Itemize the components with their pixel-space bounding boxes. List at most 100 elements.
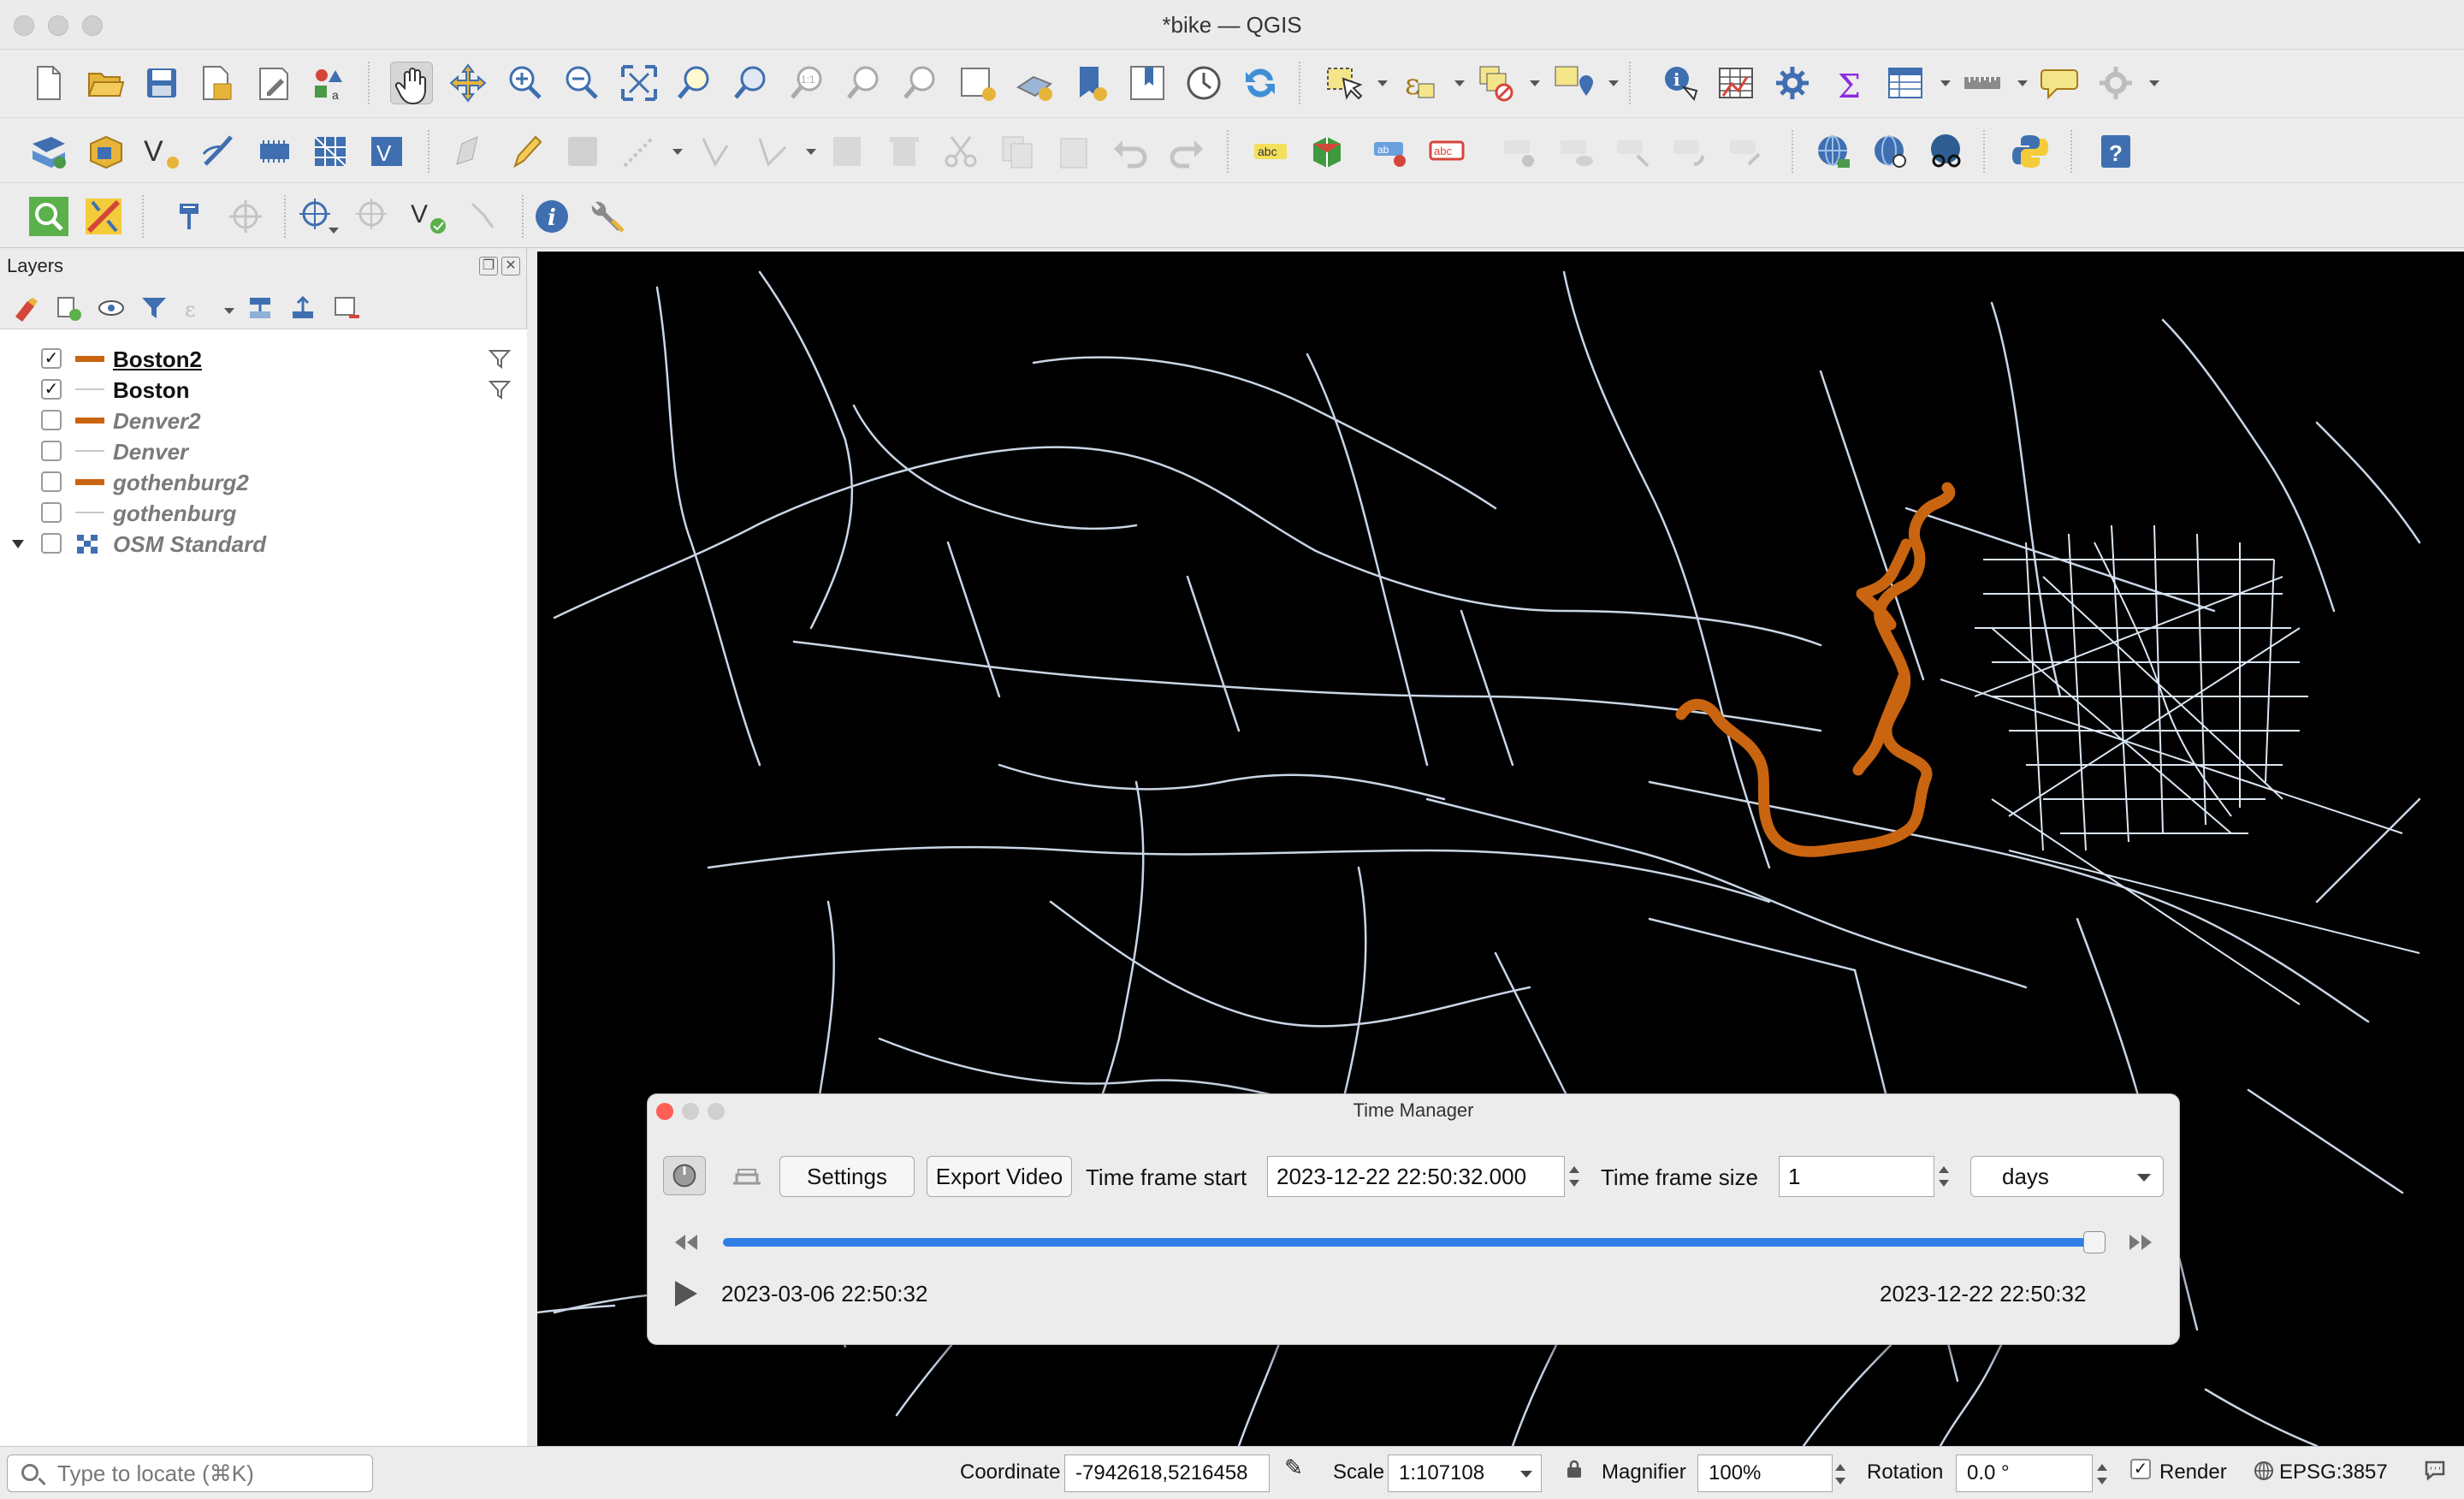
current-edits-icon[interactable] [448, 130, 491, 173]
play-icon[interactable] [675, 1281, 697, 1306]
rewind-icon[interactable] [673, 1231, 699, 1253]
trace-icon[interactable] [464, 195, 506, 238]
plugin-settings-icon[interactable] [2094, 62, 2137, 104]
export-video-button[interactable]: Export Video [927, 1156, 1072, 1197]
new-mesh-layer-icon[interactable] [310, 130, 352, 173]
pan-map-icon[interactable] [390, 62, 433, 105]
manage-visibility-icon[interactable] [96, 293, 127, 323]
zoom-to-selection-icon[interactable] [674, 62, 717, 104]
layer-visibility-checkbox[interactable]: ✓ [41, 348, 62, 369]
layer-visibility-checkbox[interactable] [41, 441, 62, 461]
advanced-digitizing-icon[interactable] [224, 195, 267, 238]
render-checkbox[interactable]: ✓ [2130, 1459, 2151, 1479]
copy-features-icon[interactable] [996, 130, 1039, 173]
digitize-line-icon[interactable] [618, 130, 660, 173]
snapping-icon[interactable] [168, 195, 210, 238]
remove-layer-icon[interactable] [330, 293, 361, 323]
filter-icon[interactable] [488, 348, 512, 370]
new-geopackage-icon[interactable] [84, 130, 127, 173]
layer-visibility-checkbox[interactable] [41, 410, 62, 430]
measure-line-icon[interactable] [1961, 62, 2004, 104]
toggle-editing-icon[interactable] [505, 130, 548, 173]
time-slider[interactable] [723, 1238, 2106, 1247]
print-layout-icon[interactable] [252, 62, 294, 104]
zoom-native-icon[interactable]: 1:1 [787, 62, 830, 104]
new-virtual-layer-icon[interactable]: V [366, 130, 409, 173]
locator-search-input[interactable]: Type to locate (⌘K) [7, 1455, 373, 1492]
magnifier-stepper[interactable] [1831, 1454, 1850, 1495]
deselect-features-icon[interactable] [1475, 62, 1518, 104]
new-memory-layer-icon[interactable] [253, 130, 296, 173]
zoom-out-icon[interactable] [560, 62, 602, 104]
filter-icon[interactable] [488, 379, 512, 401]
layer-row-gothenburg2[interactable]: gothenburg2 [0, 466, 527, 497]
processing-toolbox-icon[interactable] [587, 195, 630, 238]
zoom-in-icon[interactable] [503, 62, 546, 104]
undo-icon[interactable] [1109, 130, 1152, 173]
fast-forward-icon[interactable] [2128, 1231, 2153, 1253]
statistical-summary-icon[interactable]: Σ [1827, 62, 1870, 104]
layer-row-denver[interactable]: Denver [0, 435, 527, 466]
python-console-icon[interactable] [2009, 130, 2052, 173]
rotation-stepper[interactable] [2093, 1454, 2112, 1495]
filter-legend-icon[interactable] [139, 293, 169, 323]
open-project-icon[interactable] [84, 62, 127, 104]
layer-row-boston2[interactable]: ✓ Boston2 [0, 343, 527, 374]
layer-row-gothenburg[interactable]: gothenburg [0, 497, 527, 528]
info-icon[interactable]: i [530, 195, 573, 238]
new-bookmark-icon[interactable] [1069, 62, 1112, 104]
cut-features-icon[interactable] [939, 130, 982, 173]
scale-field[interactable]: 1:107108 [1388, 1455, 1542, 1492]
toolbox-icon[interactable] [1771, 62, 1814, 104]
layer-visibility-checkbox[interactable] [41, 502, 62, 523]
metasearch-icon[interactable] [1812, 130, 1855, 173]
map-tips-icon[interactable] [2038, 62, 2081, 104]
diagram-options-icon[interactable] [1306, 130, 1348, 173]
pan-to-selection-icon[interactable] [447, 62, 489, 104]
show-labels-icon[interactable] [1555, 130, 1598, 173]
new-3d-view-icon[interactable] [1013, 62, 1056, 104]
zoom-full-icon[interactable] [618, 62, 660, 104]
change-label-icon[interactable] [1725, 130, 1768, 173]
expand-arrow-icon[interactable] [12, 540, 24, 548]
layer-visibility-checkbox[interactable] [41, 471, 62, 492]
rotation-field[interactable]: 0.0 ° [1956, 1455, 2093, 1492]
identify-features-icon[interactable]: i [1658, 62, 1701, 104]
pin-labels-icon[interactable] [1499, 130, 1542, 173]
style-panel-icon[interactable] [10, 293, 41, 323]
new-map-view-icon[interactable] [957, 62, 999, 104]
save-as-icon[interactable] [195, 62, 238, 104]
save-edits-icon[interactable] [561, 130, 604, 173]
save-project-icon[interactable] [140, 62, 183, 104]
time-slider-handle[interactable] [2083, 1231, 2106, 1253]
layer-visibility-checkbox[interactable] [41, 533, 62, 554]
select-features-icon[interactable] [1323, 62, 1365, 104]
show-bookmarks-icon[interactable] [1126, 62, 1169, 104]
layer-row-osm-standard[interactable]: OSM Standard [0, 528, 527, 559]
zoom-to-layer-icon[interactable] [731, 62, 773, 104]
style-manager-icon[interactable]: a [308, 62, 351, 104]
osm-download-icon[interactable] [1925, 130, 1968, 173]
vertex-tool-icon[interactable] [695, 130, 737, 173]
modify-attributes-icon[interactable] [751, 130, 794, 173]
edit-attributes-icon[interactable] [826, 130, 869, 173]
new-shapefile-icon[interactable]: V [140, 130, 183, 173]
filter-by-expression-icon[interactable]: ε [181, 293, 212, 323]
time-frame-unit-select[interactable]: days [1970, 1156, 2164, 1197]
help-contents-icon[interactable]: ? [2094, 130, 2137, 173]
rotate-label-icon[interactable] [1668, 130, 1711, 173]
shape-digitizing-icon[interactable] [352, 195, 395, 238]
time-frame-start-stepper[interactable] [1565, 1156, 1584, 1197]
select-by-expression-icon[interactable]: ε [1398, 62, 1441, 104]
locator-search-icon[interactable] [27, 195, 70, 238]
label-layer-icon[interactable]: abc [1249, 130, 1292, 173]
messages-icon[interactable] [2423, 1457, 2445, 1481]
highlight-label-icon[interactable]: ab [1369, 130, 1412, 173]
settings-button[interactable]: Settings [779, 1156, 915, 1197]
attribute-table-icon[interactable] [1715, 62, 1757, 104]
lock-scale-icon[interactable] [1564, 1459, 1584, 1479]
open-attribute-table-icon[interactable] [1884, 62, 1927, 104]
delete-selected-icon[interactable] [883, 130, 926, 173]
redo-icon[interactable] [1165, 130, 1208, 173]
time-frame-size-field[interactable]: 1 [1779, 1156, 1934, 1197]
